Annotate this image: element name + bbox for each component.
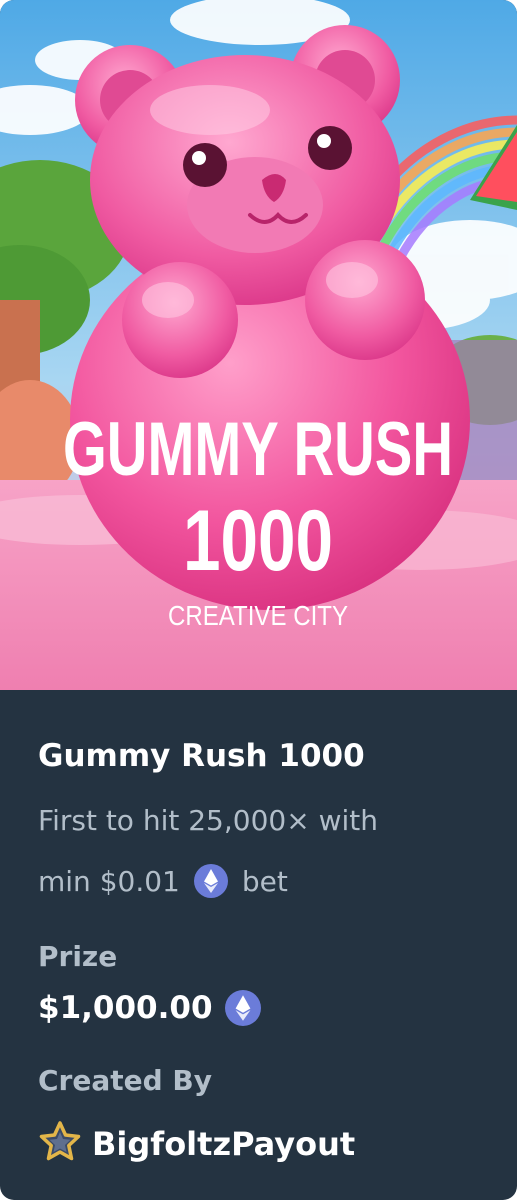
ethereum-icon [224, 990, 261, 1026]
created-by-label: Created By [38, 1064, 213, 1097]
ethereum-icon [193, 864, 228, 898]
bet-text: bet [241, 864, 288, 898]
prize-label: Prize [38, 940, 118, 973]
creator-row[interactable]: BigfoltzPayout [38, 1120, 355, 1168]
min-bet-text: min $0.01 [38, 864, 180, 898]
star-badge-icon [38, 1120, 82, 1168]
challenge-description: First to hit 25,000× with [38, 804, 378, 837]
prize-value: $1,000.00 [38, 990, 213, 1026]
game-title[interactable]: Gummy Rush 1000 [38, 738, 365, 774]
game-banner[interactable]: GUMMY RUSH 1000 CREATIVE CITY [0, 0, 517, 690]
game-artwork: GUMMY RUSH 1000 CREATIVE CITY [0, 0, 517, 690]
prize-row: $1,000.00 [38, 990, 275, 1026]
challenge-description-line2: min $0.01 bet [38, 864, 288, 898]
banner-title-line1: GUMMY RUSH [63, 407, 453, 492]
banner-title-line2: 1000 [183, 493, 333, 589]
creator-name[interactable]: BigfoltzPayout [92, 1125, 355, 1163]
banner-studio: CREATIVE CITY [168, 600, 348, 631]
challenge-card[interactable]: GUMMY RUSH 1000 CREATIVE CITY Gummy Rush… [0, 0, 517, 1200]
